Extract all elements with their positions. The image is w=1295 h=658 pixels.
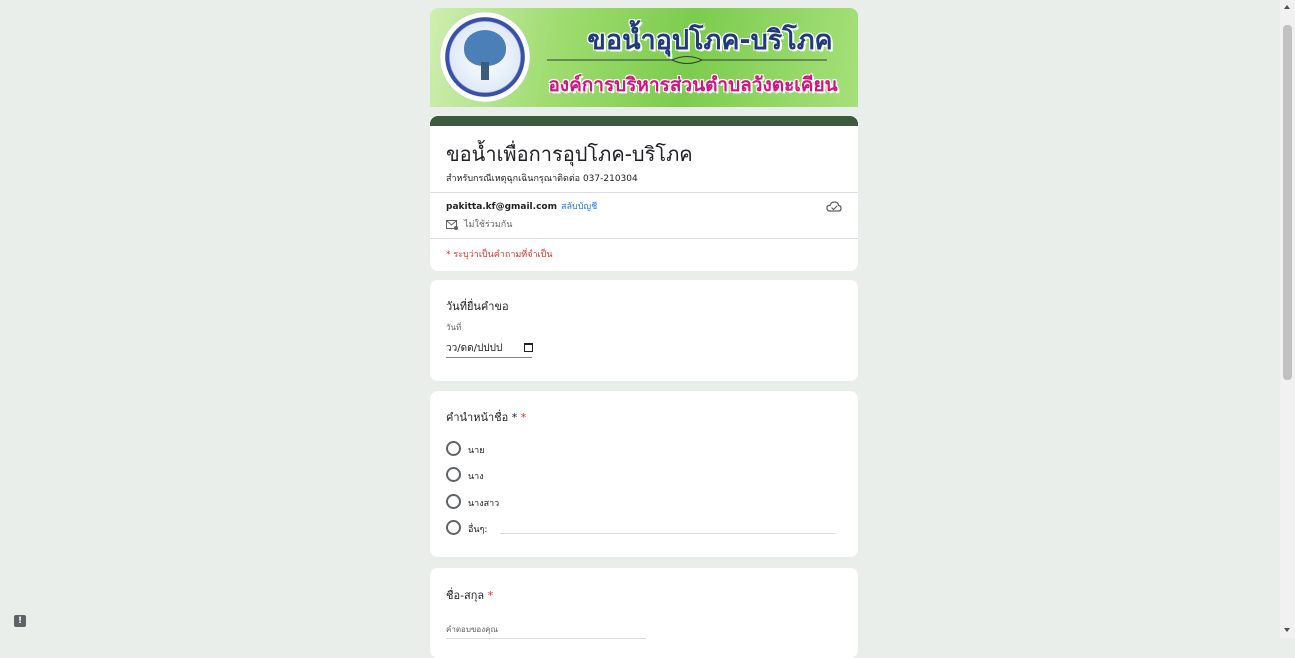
not-shared-note: ไม่ใช้ร่วมกัน [446, 217, 512, 231]
question-card-fullname: ชื่อ-สกุล * คำตอบของคุณ [430, 568, 858, 658]
required-asterisk: * [487, 589, 494, 602]
form-header-card: ขอน้ำเพื่อการอุปโภค-บริโภค สำหรับกรณีเหต… [430, 116, 858, 271]
question-label: ชื่อ-สกุล * [446, 586, 493, 604]
header-color-bar [430, 116, 858, 126]
switch-account-link[interactable]: สลับบัญชี [561, 202, 597, 212]
form-title: ขอน้ำเพื่อการอุปโภค-บริโภค [446, 142, 693, 166]
question-label-text: คำนำหน้าชื่อ * [446, 411, 518, 424]
mail-icon [446, 219, 458, 230]
date-input[interactable]: วว/ดด/ปปปป [446, 339, 533, 358]
required-note: * ระบุว่าเป็นคำถามที่จำเป็น [446, 250, 553, 260]
report-feedback-icon[interactable]: ! [14, 615, 26, 627]
cloud-icon [826, 201, 842, 212]
scroll-up-arrow-icon[interactable] [1284, 5, 1290, 9]
radio-icon[interactable] [446, 441, 461, 456]
not-shared-label: ไม่ใช้ร่วมกัน [464, 220, 513, 230]
required-asterisk: * [520, 411, 527, 424]
option-label: นาง [468, 472, 484, 482]
question-label-text: ชื่อ-สกุล [446, 589, 485, 602]
option-label: นาย [468, 446, 485, 456]
header-banner-image: ขอน้ำอุปโภค-บริโภค องค์การบริหารส่วนตำบล… [430, 8, 858, 107]
account-email: pakitta.kf@gmail.com [446, 202, 557, 212]
answer-input-placeholder[interactable]: คำตอบของคุณ [446, 623, 498, 636]
scrollbar-thumb[interactable] [1283, 25, 1292, 380]
form-description: สำหรับกรณีเหตุฉุกเฉินกรุณาติดต่อ 037-210… [446, 174, 638, 184]
page-scrollbar[interactable] [1280, 0, 1295, 638]
date-placeholder: วว/ดด/ปปปป [446, 343, 503, 354]
scroll-down-arrow-icon[interactable] [1284, 628, 1290, 632]
organization-seal-logo [440, 12, 530, 102]
divider [430, 192, 858, 193]
radio-icon[interactable] [446, 467, 461, 482]
divider [430, 238, 858, 239]
radio-icon[interactable] [446, 494, 461, 509]
tree-emblem [464, 30, 506, 66]
tree-trunk [481, 62, 489, 80]
question-card-name-prefix: คำนำหน้าชื่อ * * นาย นาง นางสาว อื่นๆ: [430, 391, 858, 557]
question-label: วันที่ยื่นคำขอ [446, 300, 509, 313]
date-sub-label: วันที่ [446, 323, 462, 332]
account-info: pakitta.kf@gmail.com สลับบัญชี [446, 199, 597, 213]
answer-input[interactable] [446, 638, 646, 639]
banner-subtitle: องค์การบริหารส่วนตำบลวังตะเคียน [548, 74, 838, 96]
question-label: คำนำหน้าชื่อ * * [446, 408, 526, 426]
option-label: นางสาว [468, 499, 500, 509]
calendar-icon[interactable] [524, 343, 533, 352]
radio-icon[interactable] [446, 520, 461, 535]
radio-option-other[interactable]: อื่นๆ: [446, 520, 846, 535]
question-card-date: วันที่ยื่นคำขอ วันที่ วว/ดด/ปปปป [430, 280, 858, 381]
other-text-input[interactable] [500, 533, 835, 534]
option-label: อื่นๆ: [468, 525, 488, 535]
banner-ornament [547, 56, 827, 64]
